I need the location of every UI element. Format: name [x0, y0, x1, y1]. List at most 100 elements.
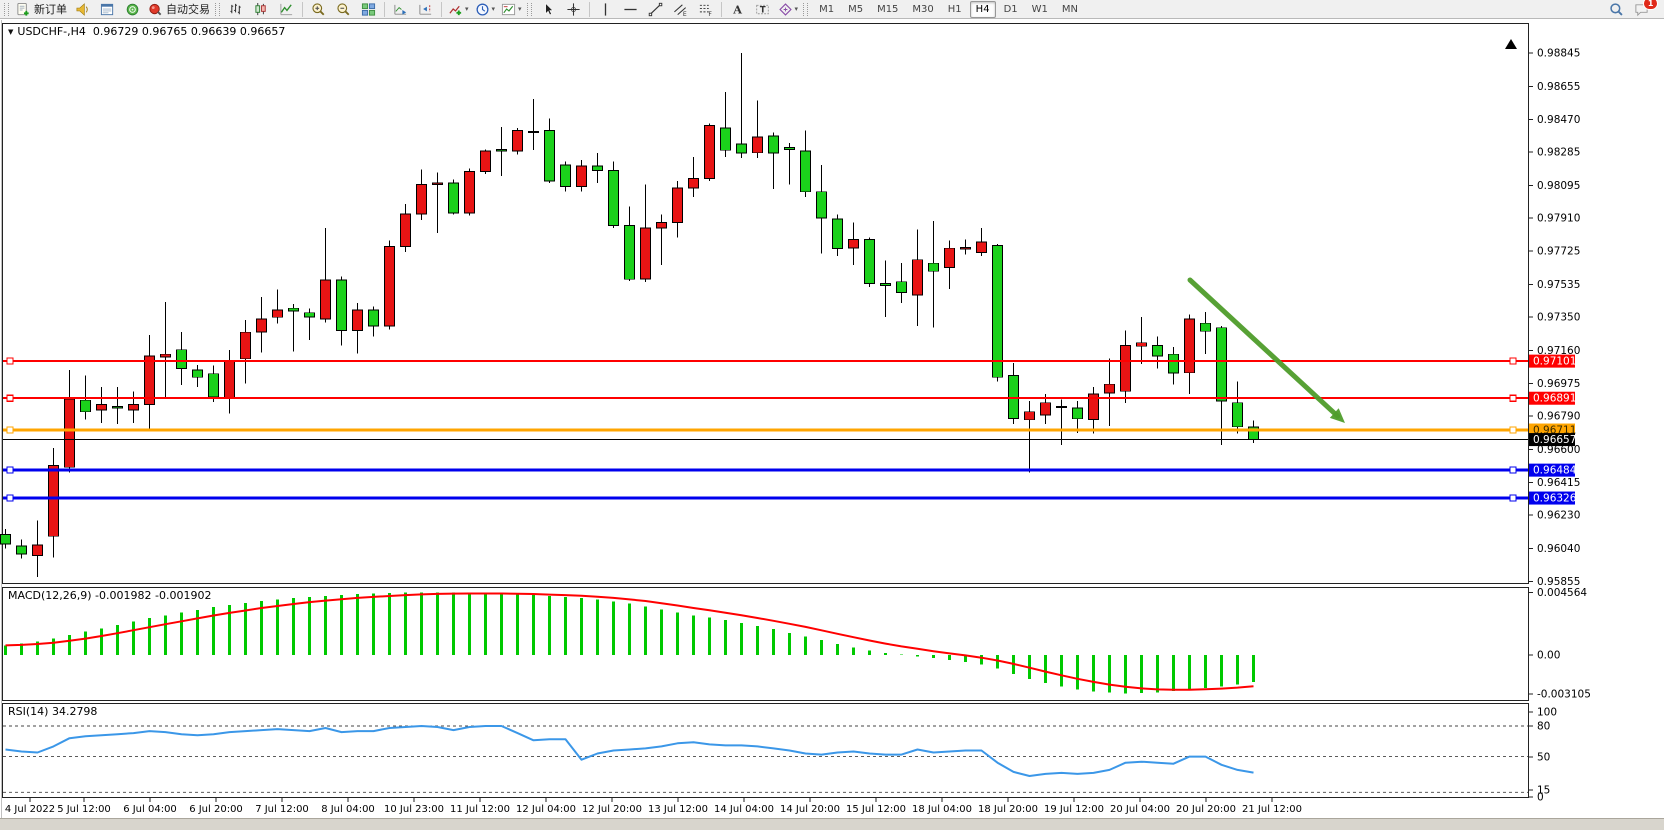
candle: [113, 406, 123, 408]
price-tick: 0.97910: [1537, 213, 1580, 225]
text-label-button[interactable]: T: [750, 0, 775, 19]
timeframe-m30[interactable]: M30: [906, 1, 939, 18]
text-button[interactable]: A: [725, 0, 750, 19]
linechart-icon: [279, 2, 294, 17]
indicators-button[interactable]: ▾: [445, 0, 472, 19]
search-button[interactable]: [1604, 0, 1629, 19]
market-watch-button[interactable]: [95, 0, 120, 19]
candle: [801, 151, 811, 192]
periods-button[interactable]: ▾: [472, 0, 499, 19]
candle: [1169, 354, 1179, 373]
candle: [369, 310, 379, 326]
candle: [385, 247, 395, 327]
candlestick-mode-button[interactable]: [249, 0, 274, 19]
timeframe-m1[interactable]: M1: [813, 1, 840, 18]
timeframe-h4[interactable]: H4: [970, 1, 996, 18]
window-bottom-strip: [0, 818, 1664, 830]
vertical-line-button[interactable]: [593, 0, 618, 19]
candle: [1041, 403, 1051, 415]
time-label: 20 Jul 20:00: [1176, 804, 1236, 815]
line-handle[interactable]: [7, 427, 13, 433]
candle: [673, 188, 683, 223]
timeframe-m5[interactable]: M5: [842, 1, 869, 18]
line-handle[interactable]: [7, 495, 13, 501]
candle: [865, 239, 875, 283]
candle: [433, 183, 443, 185]
candle: [1201, 323, 1211, 331]
candle: [1121, 345, 1131, 391]
tiles-icon: [361, 2, 376, 17]
line-handle[interactable]: [1510, 495, 1516, 501]
line-chart-mode-button[interactable]: [274, 0, 299, 19]
candle: [177, 350, 187, 369]
candle: [497, 149, 507, 151]
trendline-button[interactable]: [643, 0, 668, 19]
shapes-icon: [778, 2, 793, 17]
fibonacci-button[interactable]: F: [693, 0, 718, 19]
candle: [625, 225, 635, 279]
navigator-icon: [125, 2, 140, 17]
macd-panel[interactable]: [3, 588, 1529, 701]
timeframe-w1[interactable]: W1: [1026, 1, 1054, 18]
line-handle[interactable]: [1510, 467, 1516, 473]
arrows-shapes-button[interactable]: ▾: [775, 0, 802, 19]
rsi-tick: 50: [1537, 752, 1550, 764]
candle: [945, 248, 955, 267]
symbol-dropdown-icon[interactable]: ▼: [8, 28, 13, 36]
zoom-in-button[interactable]: [306, 0, 331, 19]
indicators-icon: [448, 2, 463, 17]
cursor-button[interactable]: [536, 0, 561, 19]
time-label: 15 Jul 12:00: [846, 804, 906, 815]
zoom-out-icon: [336, 2, 351, 17]
line-handle[interactable]: [1510, 427, 1516, 433]
line-handle[interactable]: [7, 358, 13, 364]
candle: [817, 192, 827, 219]
sound-alert-button[interactable]: [70, 0, 95, 19]
price-tick: 0.98655: [1537, 81, 1580, 93]
candle: [897, 282, 907, 293]
line-handle[interactable]: [7, 467, 13, 473]
equidistant-channel-button[interactable]: E: [668, 0, 693, 19]
time-label: 6 Jul 20:00: [189, 804, 243, 815]
chevron-down-icon: ▾: [795, 5, 799, 13]
zoom-out-button[interactable]: [331, 0, 356, 19]
timeframe-m15[interactable]: M15: [871, 1, 904, 18]
timeframe-h1[interactable]: H1: [942, 1, 968, 18]
timeframe-mn[interactable]: MN: [1056, 1, 1084, 18]
price-line-label-text: 0.96891: [1533, 393, 1576, 405]
tile-windows-button[interactable]: [356, 0, 381, 19]
price-tick: 0.96415: [1537, 477, 1580, 489]
candle: [49, 466, 59, 537]
candle: [977, 242, 987, 253]
candle: [209, 374, 219, 397]
candle: [97, 405, 107, 410]
line-handle[interactable]: [1510, 395, 1516, 401]
chart-canvas[interactable]: 0.988450.986550.984700.982850.980950.979…: [0, 0, 1664, 830]
mt4-terminal: 新订单自动交易▾▾▾EFAT▾M1M5M15M30H1H4D1W1MN1 0.9…: [0, 0, 1664, 830]
candle: [289, 308, 299, 311]
navigator-button[interactable]: [120, 0, 145, 19]
timeframe-d1[interactable]: D1: [998, 1, 1024, 18]
notifications-button[interactable]: 1: [1629, 0, 1654, 19]
candle: [993, 246, 1003, 378]
new-order-button[interactable]: 新订单: [13, 0, 70, 19]
text-icon: A: [730, 2, 745, 17]
candle: [561, 165, 571, 186]
time-label: 6 Jul 04:00: [123, 804, 177, 815]
line-handle[interactable]: [1510, 358, 1516, 364]
chevron-down-icon: ▾: [518, 5, 522, 13]
chart-shift-button[interactable]: [413, 0, 438, 19]
candle: [689, 178, 699, 188]
candle: [609, 171, 619, 226]
bar-chart-mode-button[interactable]: [224, 0, 249, 19]
auto-trading-button[interactable]: 自动交易: [145, 0, 213, 19]
time-label: 18 Jul 20:00: [978, 804, 1038, 815]
rsi-panel[interactable]: [3, 704, 1529, 798]
horizontal-line-button[interactable]: [618, 0, 643, 19]
auto-scroll-button[interactable]: [388, 0, 413, 19]
crosshair-button[interactable]: [561, 0, 586, 19]
templates-button[interactable]: ▾: [498, 0, 525, 19]
line-handle[interactable]: [7, 395, 13, 401]
time-label: 19 Jul 12:00: [1044, 804, 1104, 815]
toolbar: 新订单自动交易▾▾▾EFAT▾M1M5M15M30H1H4D1W1MN1: [0, 0, 1664, 19]
